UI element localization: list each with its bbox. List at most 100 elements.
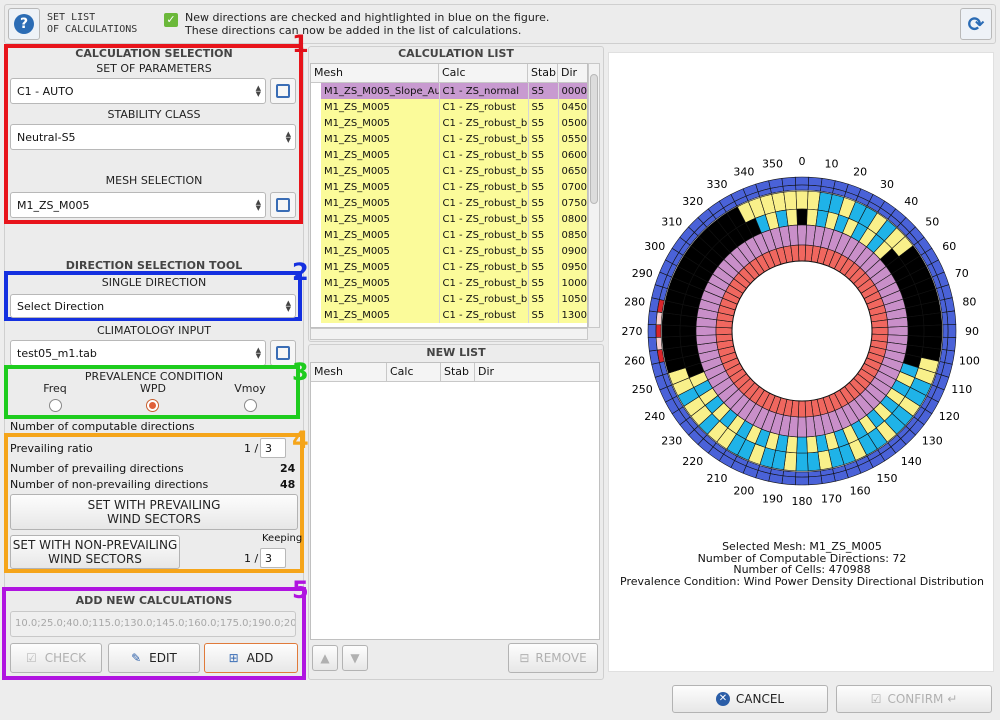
table-row[interactable]: M1_ZS_M005 C1 - ZS_robust S5 0450 [321, 99, 587, 115]
frame-ring-sector [655, 311, 663, 326]
pink-ring-sector [887, 326, 909, 336]
secondary-ring-sector [907, 325, 925, 337]
mesh-selection-select[interactable]: M1_ZS_M005 ▲ ▼ [10, 192, 266, 218]
table-row[interactable]: M1_ZS_M005 C1 - ZS_robust_bis S5 0800 [321, 211, 587, 227]
table-row[interactable]: M1_ZS_M005 C1 - ZS_robust_bis S5 0700 [321, 179, 587, 195]
cancel-icon: ✕ [715, 692, 730, 706]
computable-directions-label: Number of computable directions [10, 420, 195, 433]
table-cell: S5 [528, 147, 559, 163]
single-direction-label: SINGLE DIRECTION [101, 276, 207, 289]
table-row[interactable]: M1_ZS_M005 C1 - ZS_robust_bis S5 0650 [321, 163, 587, 179]
table-row[interactable]: M1_ZS_M005 C1 - ZS_robust_bis S5 0900 [321, 243, 587, 259]
set-nonprevailing-button[interactable]: SET WITH NON-PREVAILING WIND SECTORS [10, 535, 180, 569]
calc-list-scrollbar[interactable] [588, 63, 600, 328]
table-cell: 1300 [558, 307, 587, 323]
table-cell: M1_ZS_M005 [321, 195, 440, 211]
inner-circle [731, 260, 873, 402]
new-col-calc[interactable]: Calc [387, 363, 441, 381]
new-col-mesh[interactable]: Mesh [311, 363, 387, 381]
nonprevailing-count-label: Number of non-prevailing directions [10, 478, 209, 491]
help-icon: ? [14, 14, 34, 34]
outer-ring-sector [647, 323, 657, 339]
prevalence-radio-wpd[interactable] [146, 399, 159, 412]
col-stab[interactable]: Stab [528, 64, 558, 82]
prevalence-radio-vmoy[interactable] [244, 399, 257, 412]
frame-ring-sector [941, 336, 949, 351]
prevailing-ring-sector [795, 452, 809, 472]
set-prevailing-button[interactable]: SET WITH PREVAILING WIND SECTORS [10, 494, 298, 530]
header-title-line1: SET LIST [47, 12, 96, 23]
table-cell: 0000 [558, 83, 587, 99]
edit-button[interactable]: ✎ EDIT [108, 643, 200, 673]
angle-label: 350 [762, 158, 783, 171]
move-up-button[interactable]: ▲ [312, 645, 338, 671]
table-row[interactable]: M1_ZS_M005 C1 - ZS_robust_bis S5 0950 [321, 259, 587, 275]
parameters-browse-button[interactable] [270, 78, 296, 104]
angle-label: 50 [925, 216, 939, 229]
add-button[interactable]: ⊞ ADD [204, 643, 298, 673]
prevailing-ratio-prefix: 1 / [244, 442, 259, 455]
frame-ring-sector [655, 324, 662, 338]
prevailing-ratio-spinbox[interactable]: 3 [260, 438, 286, 458]
calc-list-hscrollbar[interactable] [310, 328, 588, 340]
single-direction-select[interactable]: Select Direction ▲ ▼ [10, 294, 296, 318]
new-list-table: Mesh Calc Stab Dir [310, 362, 600, 640]
remove-button[interactable]: ⊟ REMOVE [508, 643, 598, 673]
angle-label: 160 [850, 485, 871, 498]
cancel-button[interactable]: ✕ CANCEL [672, 685, 828, 713]
angle-label: 140 [901, 455, 922, 468]
outer-ring-sector [808, 475, 823, 486]
col-calc[interactable]: Calc [439, 64, 528, 82]
table-row[interactable]: M1_ZS_M005 C1 - ZS_robust_bis S5 1050 [321, 291, 587, 307]
table-cell: 0700 [558, 179, 587, 195]
prevailing-ring-sector [807, 451, 821, 472]
angle-label: 0 [799, 155, 806, 168]
table-cell: M1_ZS_M005 [321, 243, 440, 259]
help-button[interactable]: ? [8, 8, 40, 40]
set-of-parameters-select[interactable]: C1 - AUTO ▲ ▼ [10, 78, 266, 104]
climatology-select[interactable]: test05_m1.tab ▲ ▼ [10, 340, 266, 366]
mesh-selection-label: MESH SELECTION [105, 174, 203, 187]
table-row[interactable]: M1_ZS_M005 C1 - ZS_robust_bis S5 0750 [321, 195, 587, 211]
table-cell: S5 [528, 163, 559, 179]
angle-label: 300 [644, 240, 665, 253]
outer-ring-sector [946, 310, 957, 325]
check-button[interactable]: ☑ CHECK [10, 643, 102, 673]
cancel-button-label: CANCEL [735, 692, 785, 706]
scrollbar-thumb[interactable] [590, 74, 598, 204]
header-info-line1: New directions are checked and hightligh… [185, 11, 550, 24]
table-row[interactable]: M1_ZS_M005 C1 - ZS_robust_bis S5 1000 [321, 275, 587, 291]
mesh-browse-button[interactable] [270, 192, 296, 218]
frame-ring-sector [941, 311, 949, 326]
col-dir[interactable]: Dir [558, 64, 587, 82]
table-row[interactable]: M1_ZS_M005 C1 - ZS_robust_bis S5 0850 [321, 227, 587, 243]
table-cell: C1 - ZS_robust_bis [439, 179, 529, 195]
refresh-button[interactable]: ⟳ [960, 8, 992, 40]
col-mesh[interactable]: Mesh [311, 64, 439, 82]
confirm-button[interactable]: ☑ CONFIRM ↵ [836, 685, 992, 713]
nonprevailing-count-value: 48 [280, 478, 296, 491]
frame-ring-sector [807, 470, 822, 478]
stability-class-select[interactable]: Neutral-S5 ▲ ▼ [10, 124, 296, 150]
table-cell: C1 - ZS_robust_bis [439, 163, 529, 179]
prevailing-ring-sector [922, 312, 943, 326]
prevailing-ratio-value: 3 [265, 441, 272, 455]
table-row[interactable]: M1_ZS_M005 C1 - ZS_robust_bis S5 0500 [321, 115, 587, 131]
angle-label: 120 [939, 410, 960, 423]
secondary-ring-sector [796, 436, 808, 454]
keeping-spinbox[interactable]: 3 [260, 548, 286, 568]
move-down-button[interactable]: ▼ [342, 645, 368, 671]
table-row[interactable]: M1_ZS_M005_Slope_Auto C1 - ZS_normal S5 000… [321, 83, 587, 99]
salmon-ring-sector [715, 326, 733, 336]
table-row[interactable]: M1_ZS_M005 C1 - ZS_robust_bis S5 0600 [321, 147, 587, 163]
table-row[interactable]: M1_ZS_M005 C1 - ZS_robust S5 1300 [321, 307, 587, 323]
angle-label: 280 [624, 295, 645, 308]
browse-icon [276, 346, 290, 360]
new-col-stab[interactable]: Stab [441, 363, 475, 381]
header-info-line2: These directions can now be added in the… [185, 24, 522, 37]
prevalence-radio-freq[interactable] [49, 399, 62, 412]
new-col-dir[interactable]: Dir [475, 363, 599, 381]
check-icon: ☑ [26, 651, 37, 665]
add-new-input[interactable]: 10.0;25.0;40.0;115.0;130.0;145.0;160.0;1… [10, 611, 296, 637]
table-row[interactable]: M1_ZS_M005 C1 - ZS_robust_bis S5 0550 [321, 131, 587, 147]
